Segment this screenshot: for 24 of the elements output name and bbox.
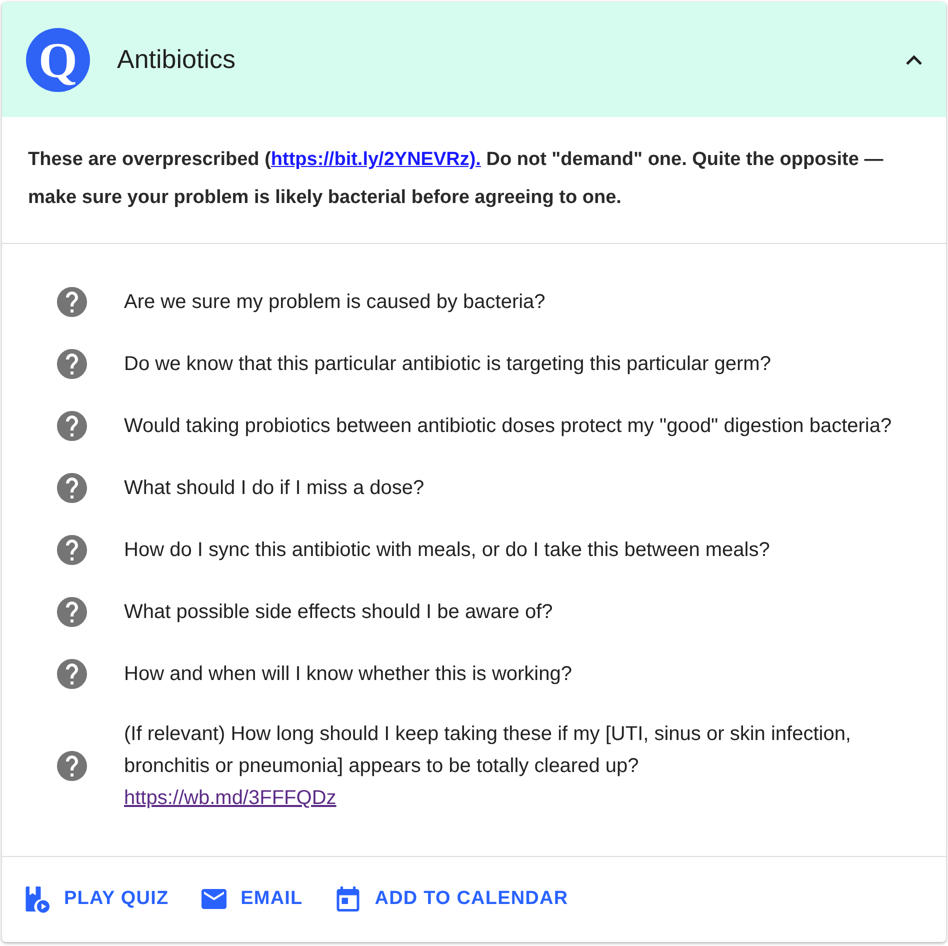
calendar-button[interactable]: ADD TO CALENDAR [330,878,570,920]
question-text: How and when will I know whether this is working? [124,662,572,687]
help-icon [54,470,90,506]
question-text: What should I do if I miss a dose? [124,476,424,501]
logo: Q [26,28,90,92]
email-button[interactable]: EMAIL [196,878,305,920]
intro-paragraph: These are overprescribed (https://bit.ly/2YNEVRz). Do not "demand" one. Quite the opposite — make sure your problem is likely bacterial before agreeing to one. [28,148,884,210]
intro-link[interactable]: https://bit.ly/2YNEVRz). [270,149,481,170]
quiz-button[interactable]: PLAY QUIZ [20,878,171,920]
question-text: Would taking probiotics between antibiotic doses protect my "good" digestion bacteria? [124,414,892,439]
help-icon [54,594,90,630]
help-icon [54,408,90,444]
help-icon [54,656,90,692]
help-icon [54,532,90,568]
question-text: (If relevant) How long should I keep taking these if my [UTI, sinus or skin infection, bronchitis or pneumonia] appears to be totally cleared up? https://wb.md/3FFFQDz [124,718,926,814]
card-title: Antibiotics [117,44,236,75]
question-link[interactable]: https://wb.md/3FFFQDz [124,782,336,814]
help-icon [54,346,90,382]
help-icon [54,284,90,320]
help-icon [54,748,90,784]
question-text: How do I sync this antibiotic with meals, or do I take this between meals? [124,538,770,563]
question-text: Are we sure my problem is caused by bacteria? [124,290,546,315]
question-text: What possible side effects should I be aware of? [124,600,553,625]
question-text: Do we know that this particular antibiotic is targeting this particular germ? [124,352,771,377]
